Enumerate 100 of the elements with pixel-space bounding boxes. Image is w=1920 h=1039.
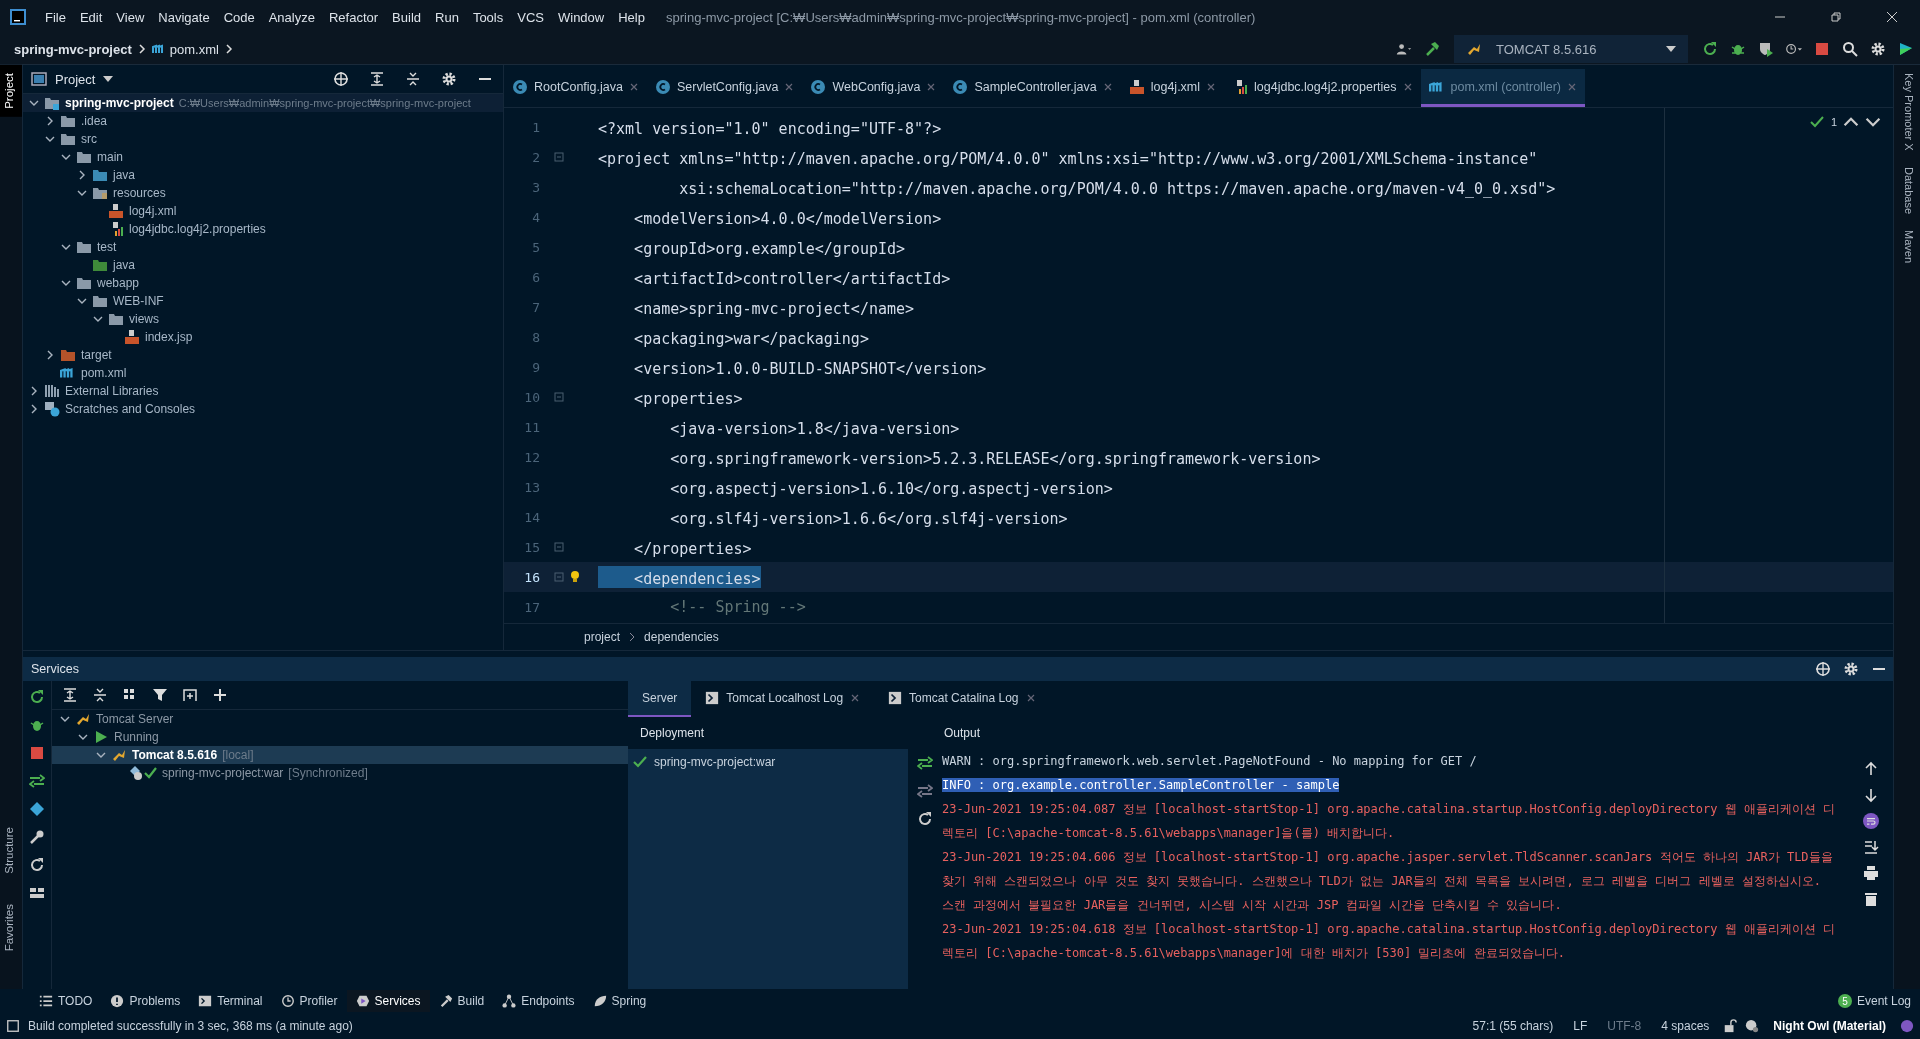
stop-icon[interactable] (1814, 41, 1830, 57)
locate-icon[interactable] (333, 71, 349, 87)
menu-item[interactable]: VCS (510, 9, 551, 25)
theme-name[interactable]: Night Owl (Material) (1773, 1019, 1886, 1033)
chevron-icon[interactable] (45, 350, 55, 360)
collapse-all-icon[interactable] (92, 687, 108, 703)
chevron-icon[interactable] (61, 278, 71, 288)
chevron-icon[interactable] (29, 98, 39, 108)
scroll-to-end-icon[interactable] (1863, 839, 1879, 855)
menu-item[interactable]: Edit (72, 9, 110, 25)
menu-item[interactable]: Run (428, 9, 466, 25)
restore-icon[interactable] (1830, 11, 1842, 23)
deployment-item[interactable]: spring-mvc-project:war (654, 755, 776, 769)
chevron-icon[interactable] (77, 296, 87, 306)
settings-icon[interactable] (1870, 41, 1886, 57)
diamond-icon[interactable] (29, 801, 45, 817)
editor-tab[interactable]: ServletConfig.java (646, 69, 803, 107)
tree-item[interactable]: Tomcat Server (96, 712, 174, 726)
lock-icon[interactable] (1723, 1019, 1738, 1033)
tool-window-button[interactable]: Problems (101, 990, 190, 1012)
tree-item[interactable]: External Libraries (65, 384, 159, 398)
plugin-icon[interactable] (1898, 41, 1914, 57)
locate-icon[interactable] (1815, 661, 1831, 677)
filter-icon[interactable] (152, 687, 168, 703)
deploy-icon[interactable] (917, 755, 933, 771)
tab[interactable]: Tomcat Localhost Log (691, 681, 875, 717)
tree-item[interactable]: spring-mvc-project:war (162, 766, 284, 780)
menu-item[interactable]: Navigate (151, 9, 217, 25)
chevron-icon[interactable] (96, 750, 106, 760)
settings-icon[interactable] (441, 71, 457, 87)
wrench-icon[interactable] (29, 829, 45, 845)
refresh-icon[interactable] (29, 857, 45, 873)
event-log-button[interactable]: 5 Event Log (1828, 990, 1920, 1012)
editor-tab[interactable]: log4j.xml (1120, 69, 1225, 107)
hammer-icon[interactable] (1424, 41, 1440, 57)
menu-item[interactable]: File (38, 9, 73, 25)
tree-item[interactable]: log4jdbc.log4j2.properties (129, 222, 266, 236)
menu-item[interactable]: Tools (465, 9, 511, 25)
tool-window-tab[interactable]: Database (1894, 158, 1920, 222)
editor-tab[interactable]: pom.xml (controller) (1420, 69, 1585, 107)
chevron-icon[interactable] (60, 714, 70, 724)
stop-icon[interactable] (29, 745, 45, 761)
tree-item[interactable]: WEB-INF (113, 294, 164, 308)
chevron-icon[interactable] (77, 188, 87, 198)
coverage-icon[interactable] (1758, 41, 1774, 57)
tree-item[interactable]: src (81, 132, 97, 146)
new-tab-icon[interactable] (182, 687, 198, 703)
chevron-icon[interactable] (29, 404, 39, 414)
tree-item[interactable]: views (129, 312, 159, 326)
tree-item[interactable]: java (113, 168, 135, 182)
chevron-icon[interactable] (93, 314, 103, 324)
breadcrumb-item[interactable]: pom.xml (169, 41, 219, 57)
tree-item[interactable]: Tomcat 8.5.616 (132, 748, 218, 762)
editor-tab[interactable]: SampleController.java (944, 69, 1121, 107)
tree-item[interactable]: java (113, 258, 135, 272)
down-icon[interactable] (1863, 787, 1879, 803)
caret-position[interactable]: 57:1 (55 chars) (1472, 1019, 1554, 1033)
settings-icon[interactable] (1843, 661, 1859, 677)
tree-item[interactable]: main (97, 150, 123, 164)
tab[interactable]: Server (628, 681, 692, 717)
tree-item[interactable]: webapp (97, 276, 140, 290)
layout-icon[interactable] (6, 1019, 20, 1033)
up-icon[interactable] (1863, 761, 1879, 777)
rerun-icon[interactable] (1702, 41, 1718, 57)
tool-window-button[interactable]: Spring (583, 990, 656, 1012)
tree-item[interactable]: index.jsp (145, 330, 193, 344)
menu-item[interactable]: Code (216, 9, 262, 25)
indent-setting[interactable]: 4 spaces (1661, 1019, 1710, 1033)
tool-window-button[interactable]: Terminal (189, 990, 272, 1012)
trash-icon[interactable] (1863, 891, 1879, 907)
inspection-count[interactable]: 1 (1830, 116, 1837, 128)
user-icon[interactable] (1396, 41, 1412, 57)
breadcrumb-item[interactable]: spring-mvc-project (14, 41, 132, 57)
tool-window-button[interactable]: Build (429, 990, 494, 1012)
tree-item[interactable]: resources (113, 186, 166, 200)
chevron-icon[interactable] (77, 170, 87, 180)
editor-tab[interactable]: RootConfig.java (504, 69, 647, 107)
panel-title[interactable]: Project (55, 71, 96, 87)
tool-window-tab[interactable]: Structure (0, 819, 22, 882)
menu-item[interactable]: Build (385, 9, 428, 25)
menu-item[interactable]: Refactor (321, 9, 386, 25)
tool-window-tab[interactable]: Key Promoter X (1894, 65, 1920, 159)
print-icon[interactable] (1863, 865, 1879, 881)
collapse-all-icon[interactable] (405, 71, 421, 87)
deploy-icon[interactable] (29, 773, 45, 789)
editor-tab[interactable]: WebConfig.java (802, 69, 945, 107)
chevron-icon[interactable] (45, 116, 55, 126)
search-icon[interactable] (1842, 41, 1858, 57)
rerun-icon[interactable] (29, 689, 45, 705)
tree-item[interactable]: log4j.xml (129, 204, 177, 218)
expand-all-icon[interactable] (369, 71, 385, 87)
menu-item[interactable]: Analyze (261, 9, 322, 25)
tree-item[interactable]: spring-mvc-project (65, 96, 174, 110)
soft-wrap-icon[interactable] (1863, 813, 1879, 829)
run-configuration-dropdown[interactable]: TOMCAT 8.5.616 (1454, 35, 1688, 63)
tool-window-tab[interactable]: Maven (1894, 221, 1920, 271)
breadcrumb-item[interactable]: project (584, 630, 621, 644)
chevron-icon[interactable] (29, 386, 39, 396)
chevron-icon[interactable] (78, 732, 88, 742)
breadcrumb-item[interactable]: dependencies (644, 630, 719, 644)
